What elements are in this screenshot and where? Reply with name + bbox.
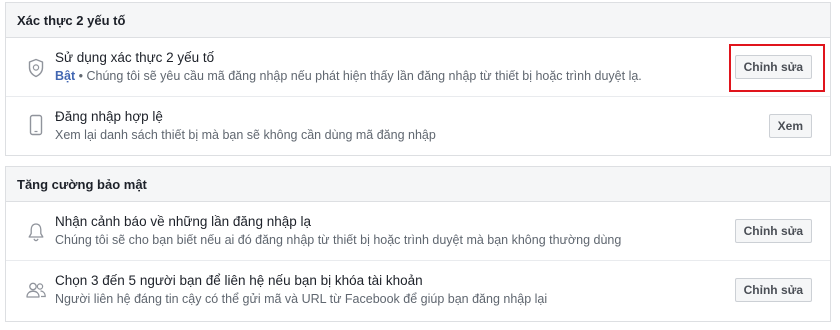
use-2fa-title: Sử dụng xác thực 2 yếu tố bbox=[55, 50, 215, 65]
phone-icon bbox=[25, 114, 47, 136]
extra-security-section: Tăng cường bảo mật Nhận cảnh báo về nhữn… bbox=[5, 166, 831, 322]
edit-trusted-contacts-button[interactable]: Chỉnh sửa bbox=[734, 278, 812, 302]
use-2fa-description: Bật • Chúng tôi sẽ yêu cầu mã đăng nhập … bbox=[55, 68, 730, 85]
section-title: Xác thực 2 yếu tố bbox=[17, 12, 126, 28]
edit-login-alerts-button[interactable]: Chỉnh sửa bbox=[734, 219, 812, 243]
view-authorized-logins-button[interactable]: Xem bbox=[768, 114, 812, 138]
extra-security-header: Tăng cường bảo mật bbox=[6, 167, 830, 202]
login-alerts-title: Nhận cảnh báo về những lần đăng nhập lạ bbox=[55, 214, 311, 229]
section-title: Tăng cường bảo mật bbox=[17, 176, 147, 192]
authorized-logins-text: Đăng nhập hợp lệ Xem lại danh sách thiết… bbox=[55, 108, 730, 144]
trusted-contacts-row: Chọn 3 đến 5 người bạn để liên hệ nếu bạ… bbox=[6, 260, 830, 318]
login-alerts-text: Nhận cảnh báo về những lần đăng nhập lạ … bbox=[55, 213, 730, 249]
trusted-contacts-title: Chọn 3 đến 5 người bạn để liên hệ nếu bạ… bbox=[55, 273, 423, 288]
login-alerts-description: Chúng tôi sẽ cho bạn biết nếu ai đó đăng… bbox=[55, 233, 622, 247]
people-icon bbox=[25, 279, 47, 301]
login-alerts-row: Nhận cảnh báo về những lần đăng nhập lạ … bbox=[6, 202, 830, 260]
use-2fa-text: Sử dụng xác thực 2 yếu tố Bật • Chúng tô… bbox=[55, 49, 730, 85]
bell-icon bbox=[25, 221, 47, 243]
use-2fa-desc-text: • Chúng tôi sẽ yêu cầu mã đăng nhập nếu … bbox=[75, 69, 642, 83]
status-on-label: Bật bbox=[55, 69, 76, 83]
trusted-contacts-text: Chọn 3 đến 5 người bạn để liên hệ nếu bạ… bbox=[55, 272, 730, 308]
highlight-box bbox=[729, 44, 825, 92]
use-2fa-row: Sử dụng xác thực 2 yếu tố Bật • Chúng tô… bbox=[6, 38, 830, 96]
trusted-contacts-description: Người liên hệ đáng tin cậy có thể gửi mã… bbox=[55, 292, 548, 306]
authorized-logins-description: Xem lại danh sách thiết bị mà bạn sẽ khô… bbox=[55, 128, 436, 142]
two-factor-section: Xác thực 2 yếu tố Sử dụng xác thực 2 yếu… bbox=[5, 2, 831, 156]
two-factor-header: Xác thực 2 yếu tố bbox=[6, 3, 830, 38]
authorized-logins-row: Đăng nhập hợp lệ Xem lại danh sách thiết… bbox=[6, 96, 830, 154]
shield-icon bbox=[25, 57, 47, 79]
authorized-logins-title: Đăng nhập hợp lệ bbox=[55, 109, 163, 124]
